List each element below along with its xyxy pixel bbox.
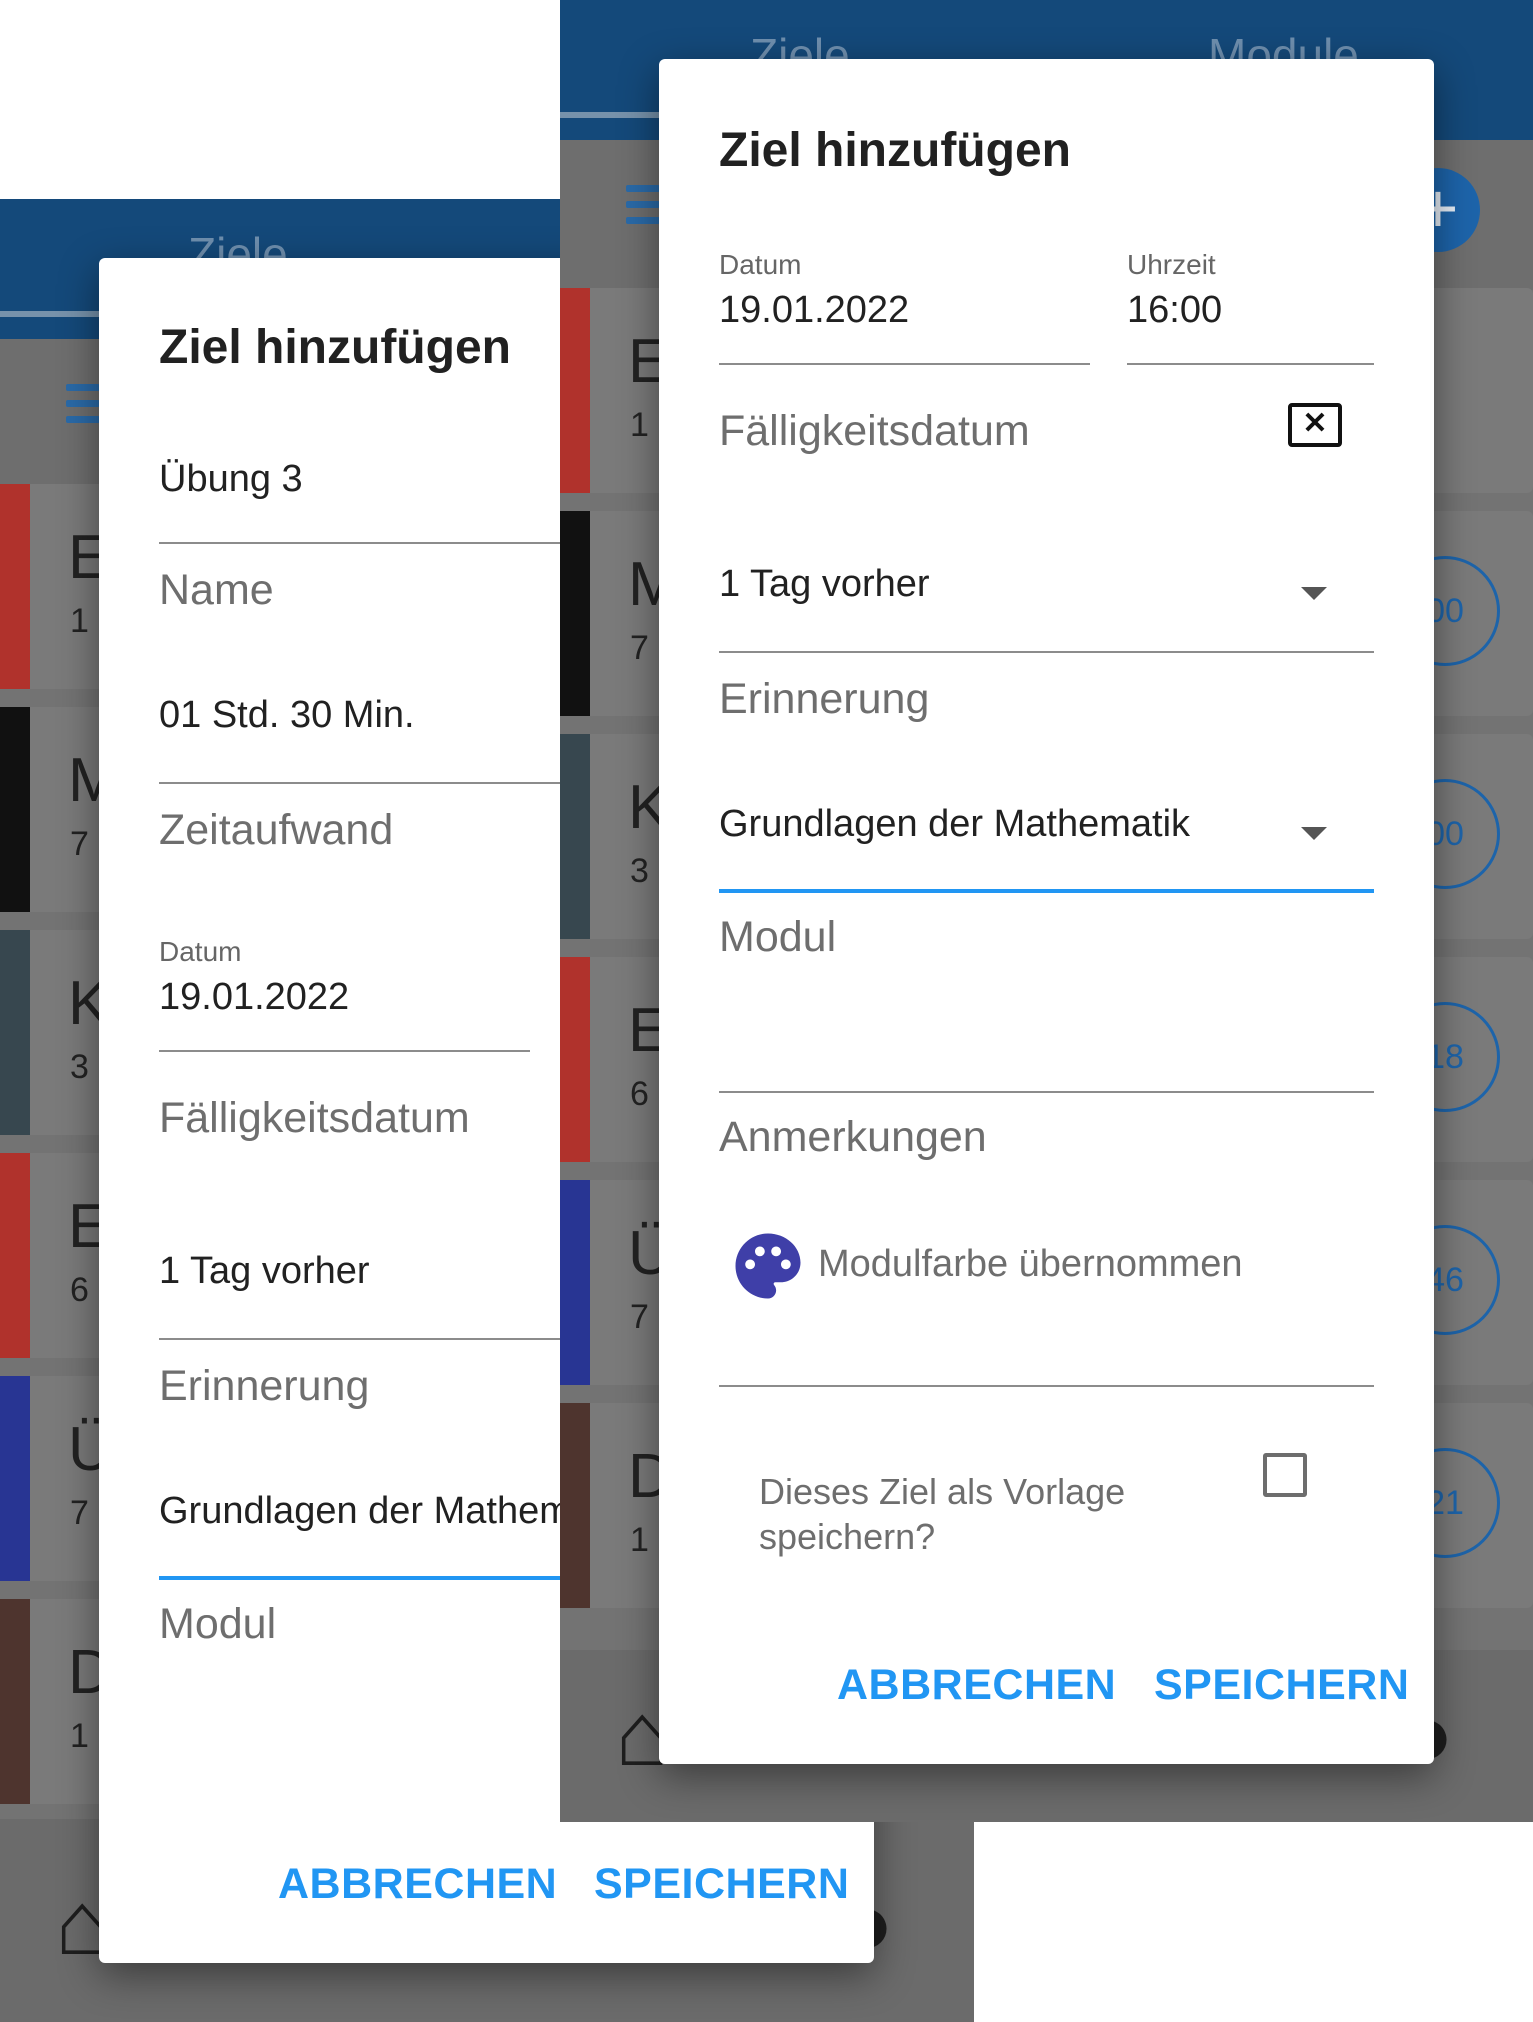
module-select[interactable]: Grundlagen der Mathematik — [719, 803, 1190, 846]
due-label: Fälligkeitsdatum — [159, 1094, 470, 1142]
reminder-label: Erinnerung — [719, 675, 930, 723]
menu-icon[interactable] — [626, 185, 660, 225]
list-item-subtitle: 1 — [70, 1717, 89, 1755]
module-color-stripe — [560, 1403, 590, 1608]
list-item-subtitle: 1 — [630, 1521, 649, 1559]
list-item-subtitle: 1 — [70, 602, 89, 640]
module-color-stripe — [560, 288, 590, 493]
module-color-stripe — [0, 484, 30, 689]
chevron-down-icon[interactable] — [1301, 587, 1327, 600]
cancel-button[interactable]: ABBRECHEN — [837, 1661, 1116, 1710]
list-item-subtitle: 7 — [630, 629, 649, 667]
time-underline — [1127, 363, 1374, 365]
module-color-stripe — [0, 930, 30, 1135]
effort-label: Zeitaufwand — [159, 806, 394, 854]
date-underline — [159, 1050, 530, 1052]
right-add-goal-dialog: Ziel hinzufügen Datum 19.01.2022 Uhrzeit… — [659, 59, 1434, 1764]
clear-date-icon[interactable]: ✕ — [1288, 403, 1342, 447]
save-button[interactable]: SPEICHERN — [1154, 1661, 1409, 1710]
template-checkbox[interactable] — [1263, 1453, 1307, 1497]
module-color-stripe — [0, 1153, 30, 1358]
list-item-subtitle: 3 — [70, 1048, 89, 1086]
chevron-down-icon[interactable] — [1301, 827, 1327, 840]
date-field[interactable]: 19.01.2022 — [159, 976, 349, 1019]
module-label: Modul — [159, 1600, 277, 1648]
list-item-subtitle: 6 — [70, 1271, 89, 1309]
name-field[interactable]: Übung 3 — [159, 458, 303, 501]
name-label: Name — [159, 566, 274, 614]
module-label: Modul — [719, 913, 837, 961]
time-field[interactable]: 16:00 — [1127, 289, 1222, 332]
tab-indicator — [560, 112, 660, 118]
notes-label: Anmerkungen — [719, 1113, 987, 1161]
notes-underline — [719, 1091, 1374, 1093]
save-button[interactable]: SPEICHERN — [594, 1860, 849, 1909]
dialog-title: Ziel hinzufügen — [159, 321, 511, 374]
date-underline — [719, 363, 1090, 365]
reminder-select[interactable]: 1 Tag vorher — [719, 563, 930, 606]
effort-field[interactable]: 01 Std. 30 Min. — [159, 694, 415, 737]
list-item-subtitle: 3 — [630, 852, 649, 890]
time-small-label: Uhrzeit — [1127, 249, 1216, 280]
reminder-label: Erinnerung — [159, 1362, 370, 1410]
module-color-stripe — [560, 511, 590, 716]
due-label: Fälligkeitsdatum — [719, 407, 1030, 455]
list-item-subtitle: 6 — [630, 1075, 649, 1113]
module-color-stripe — [0, 1599, 30, 1804]
module-color-stripe — [560, 1180, 590, 1385]
module-color-stripe — [0, 707, 30, 912]
dialog-title: Ziel hinzufügen — [719, 124, 1071, 177]
palette-icon[interactable] — [729, 1227, 807, 1305]
color-underline — [719, 1385, 1374, 1387]
cancel-button[interactable]: ABBRECHEN — [278, 1860, 557, 1909]
module-underline-focused — [719, 889, 1374, 893]
date-field[interactable]: 19.01.2022 — [719, 289, 909, 332]
list-item-subtitle: 7 — [70, 825, 89, 863]
template-label: Dieses Ziel als Vorlage speichern? — [759, 1471, 1126, 1557]
list-item-subtitle: 1 — [630, 406, 649, 444]
list-item-subtitle: 7 — [70, 1494, 89, 1532]
date-small-label: Datum — [719, 249, 802, 280]
module-color-stripe — [560, 957, 590, 1162]
module-color-text: Modulfarbe übernommen — [818, 1243, 1243, 1285]
module-color-stripe — [0, 1376, 30, 1581]
date-small-label: Datum — [159, 936, 242, 967]
list-item-subtitle: 7 — [630, 1298, 649, 1336]
menu-icon[interactable] — [66, 384, 100, 424]
module-color-stripe — [560, 734, 590, 939]
reminder-select[interactable]: 1 Tag vorher — [159, 1250, 370, 1293]
reminder-underline — [719, 651, 1374, 653]
